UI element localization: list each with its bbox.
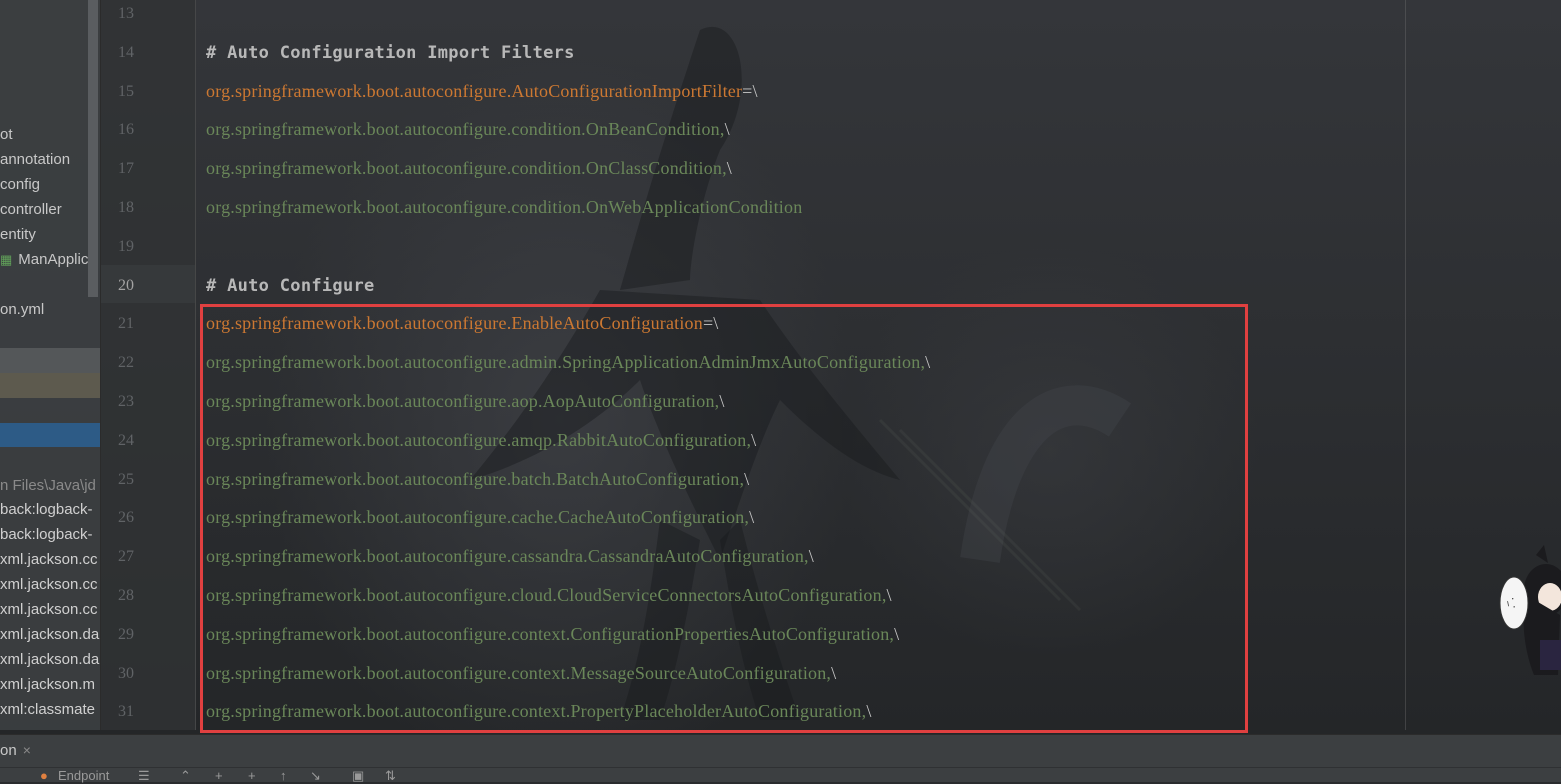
mascot-sticker-image: ·_· [1499,545,1561,675]
project-tool-window: ot annotation config controller entity ▦… [0,0,101,730]
line-number: 27 [118,548,134,566]
line-number: 28 [118,587,134,604]
tree-item[interactable]: ot [0,123,13,147]
code-comment: # Auto Configuration Import Filters [206,42,575,63]
code-comment: # Auto Configure [206,275,375,296]
code-line: org.springframework.boot.autoconfigure.A… [206,81,758,102]
library-item[interactable]: back:logback- [0,498,93,522]
selected-tree-row[interactable] [0,423,100,447]
library-item[interactable]: xml.jackson.cc [0,573,98,597]
library-item[interactable]: n Files\Java\jd [0,474,96,498]
code-line: org.springframework.boot.autoconfigure.c… [206,197,802,218]
library-item[interactable]: xml.jackson.da [0,623,99,647]
line-number: 18 [118,199,134,216]
tree-item-controller[interactable]: controller [0,198,62,222]
library-item[interactable]: xml.jackson.cc [0,598,98,622]
line-number: 21 [118,315,134,333]
tab-run[interactable]: on × [0,735,31,765]
panel-icon[interactable]: ▣ [352,768,364,784]
line-number: 24 [118,431,134,449]
bottom-tool-window: on × ● Endpoint ☰ ⌃ + + ↑ ↘ ▣ ⇅ [0,734,1561,784]
menu-icon[interactable]: ☰ [138,768,150,784]
line-number: 15 [118,82,134,100]
code-line: org.springframework.boot.autoconfigure.c… [206,158,732,179]
tree-item-application-yml[interactable]: on.yml [0,298,44,322]
tree-item-main-application[interactable]: ▦ ManApplic [0,248,88,272]
line-number: 23 [118,393,134,410]
library-item[interactable]: xml.jackson.da [0,648,99,672]
library-item[interactable]: xml:classmate [0,698,95,722]
project-tree-scrollbar[interactable] [88,0,98,297]
svg-text:·_·: ·_· [1506,596,1519,609]
property-value: org.springframework.boot.autoconfigure.c… [206,119,725,140]
library-item[interactable]: xml.jackson.m [0,673,95,697]
line-number: 19 [118,237,134,255]
line-number: 25 [118,470,134,488]
line-number: 13 [118,5,134,22]
close-icon[interactable]: × [23,742,31,758]
line-number: 30 [118,664,134,682]
tree-item-config[interactable]: config [0,173,40,197]
code-line: org.springframework.boot.autoconfigure.c… [206,119,730,140]
library-item[interactable]: back:logback- [0,523,93,547]
collapse-icon[interactable]: ↘ [310,768,321,784]
code-line: # Auto Configure [206,275,375,296]
tree-row-band [0,373,100,398]
line-number: 16 [118,121,134,139]
code-line: # Auto Configuration Import Filters [206,42,575,63]
line-number: 29 [118,625,134,643]
settings-icon[interactable]: ⇅ [385,768,396,784]
code-operator: \ [724,119,730,140]
line-number: 17 [118,160,134,178]
right-margin-guide [1405,0,1406,730]
tree-row-band [0,348,100,373]
line-number: 14 [118,43,134,61]
spring-class-icon: ▦ [0,252,13,267]
line-number: 26 [118,509,134,527]
code-operator: =\ [742,80,758,101]
code-operator: \ [726,158,732,179]
line-number: 20 [118,276,134,294]
tree-item-annotation[interactable]: annotation [0,148,70,172]
line-number: 22 [118,354,134,372]
property-key: org.springframework.boot.autoconfigure.A… [206,80,743,101]
tree-item-entity[interactable]: entity [0,223,36,247]
annotation-highlight-box [200,304,1248,733]
line-number: 31 [118,703,134,721]
property-value: org.springframework.boot.autoconfigure.c… [206,158,727,179]
up-icon[interactable]: ⌃ [180,768,191,784]
library-item[interactable]: xml.jackson.cc [0,548,98,572]
property-value: org.springframework.boot.autoconfigure.c… [206,197,803,217]
